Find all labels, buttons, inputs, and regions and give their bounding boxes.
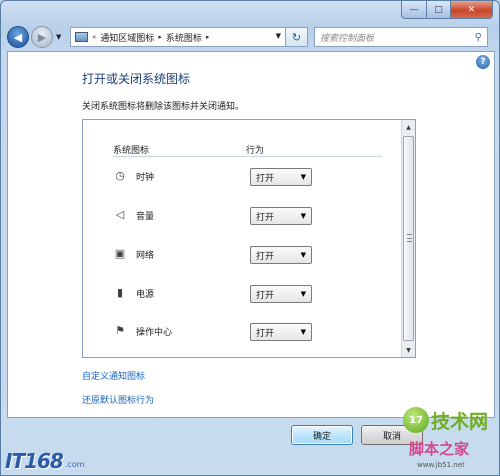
navigation-bar: ◀ ▶ ▼ « 通知区域图标 ▸ 系统图标 ▸ ▼ ↻ 搜索控制面板 ⚲ bbox=[7, 25, 493, 49]
restore-default-behaviors-link[interactable]: 还原默认图标行为 bbox=[82, 393, 154, 406]
it168-logo-text: IT168 bbox=[5, 449, 64, 473]
site-name2-text: 脚本之家 bbox=[409, 440, 470, 458]
chevron-down-icon: ▼ bbox=[300, 212, 306, 220]
arrow-left-icon: ◀ bbox=[13, 30, 23, 44]
behavior-select-action-center[interactable]: 打开 ▼ bbox=[250, 323, 312, 341]
forward-button[interactable]: ▶ bbox=[31, 26, 53, 48]
speaker-icon: ◁ bbox=[115, 207, 125, 221]
window: — □ ✕ ◀ ▶ ▼ « 通知区域图标 ▸ 系统图标 ▸ ▼ ↻ 搜索控制面板… bbox=[0, 0, 500, 476]
refresh-button[interactable]: ↻ bbox=[286, 27, 308, 47]
address-dropdown-icon[interactable]: ▼ bbox=[276, 32, 281, 40]
behavior-value-volume: 打开 bbox=[256, 212, 275, 223]
site-name-text: 技术网 bbox=[431, 411, 489, 433]
flag-icon: ⚑ bbox=[115, 323, 125, 337]
address-prefix: « bbox=[92, 33, 97, 41]
vertical-scrollbar[interactable]: ▲ ▼ bbox=[401, 120, 415, 357]
scroll-down-button[interactable]: ▼ bbox=[402, 343, 415, 357]
site-logo-icon: 17 bbox=[403, 407, 429, 433]
table-row-clock: ◷ 时钟 打开 ▼ bbox=[113, 165, 333, 187]
behavior-select-power[interactable]: 打开 ▼ bbox=[250, 285, 312, 303]
search-icon[interactable]: ⚲ bbox=[475, 32, 482, 43]
scroll-grip-icon bbox=[407, 234, 412, 242]
behavior-value-network: 打开 bbox=[256, 251, 275, 262]
close-button[interactable]: ✕ bbox=[451, 1, 493, 19]
recent-pages-dropdown[interactable]: ▼ bbox=[56, 33, 66, 41]
behavior-select-clock[interactable]: 打开 ▼ bbox=[250, 168, 312, 186]
scroll-up-button[interactable]: ▲ bbox=[402, 120, 415, 134]
column-header-system-icon: 系统图标 bbox=[113, 146, 150, 156]
it168-watermark: IT168 .com bbox=[5, 447, 135, 473]
chevron-down-icon: ▼ bbox=[300, 173, 306, 181]
site-watermark: 17 技术网 脚本之家 www.jb51.net bbox=[403, 405, 499, 475]
it168-domain-text: .com bbox=[64, 460, 85, 469]
breadcrumb-separator-2[interactable]: ▸ bbox=[206, 33, 210, 41]
minimize-button[interactable]: — bbox=[401, 1, 427, 19]
behavior-select-volume[interactable]: 打开 ▼ bbox=[250, 207, 312, 225]
arrow-right-icon: ▶ bbox=[37, 30, 47, 44]
page-title: 打开或关闭系统图标 bbox=[82, 72, 191, 86]
behavior-value-action-center: 打开 bbox=[256, 328, 275, 339]
content-pane: ? 打开或关闭系统图标 关闭系统图标将删除该图标并关闭通知。 系统图标 行为 ◷… bbox=[7, 51, 495, 418]
maximize-button[interactable]: □ bbox=[427, 1, 451, 19]
ok-button[interactable]: 确定 bbox=[291, 425, 353, 445]
row-label-network: 网络 bbox=[136, 251, 155, 261]
search-box[interactable]: 搜索控制面板 ⚲ bbox=[314, 27, 488, 47]
behavior-select-network[interactable]: 打开 ▼ bbox=[250, 246, 312, 264]
back-button[interactable]: ◀ bbox=[7, 26, 29, 48]
row-label-action-center: 操作中心 bbox=[136, 328, 173, 338]
system-icons-list: 系统图标 行为 ◷ 时钟 打开 ▼ ◁ 音量 打开 ▼ ▣ 网络 打开 ▼ ▮ … bbox=[82, 119, 416, 358]
chevron-down-icon: ▼ bbox=[300, 328, 306, 336]
address-bar[interactable]: « 通知区域图标 ▸ 系统图标 ▸ ▼ bbox=[70, 27, 286, 47]
table-row-volume: ◁ 音量 打开 ▼ bbox=[113, 204, 333, 226]
caption-buttons: — □ ✕ bbox=[401, 1, 493, 19]
breadcrumb-notification-icons[interactable]: 通知区域图标 bbox=[100, 31, 154, 44]
row-label-clock: 时钟 bbox=[136, 173, 155, 183]
refresh-icon: ↻ bbox=[291, 30, 302, 44]
page-description: 关闭系统图标将删除该图标并关闭通知。 bbox=[82, 102, 245, 112]
clock-icon: ◷ bbox=[115, 168, 125, 182]
network-icon: ▣ bbox=[114, 246, 126, 260]
table-row-action-center: ⚑ 操作中心 打开 ▼ bbox=[113, 320, 333, 342]
breadcrumb-separator[interactable]: ▸ bbox=[158, 33, 162, 41]
search-input[interactable]: 搜索控制面板 bbox=[320, 31, 374, 44]
site-url-text: www.jb51.net bbox=[417, 461, 465, 469]
behavior-value-power: 打开 bbox=[256, 290, 275, 301]
column-header-behavior: 行为 bbox=[246, 146, 265, 156]
chevron-down-icon: ▼ bbox=[300, 290, 306, 298]
header-divider bbox=[113, 156, 382, 157]
control-panel-icon bbox=[75, 32, 88, 42]
customize-notification-icons-link[interactable]: 自定义通知图标 bbox=[82, 369, 145, 382]
scroll-thumb[interactable] bbox=[403, 136, 414, 341]
help-icon[interactable]: ? bbox=[476, 55, 490, 69]
power-icon: ▮ bbox=[116, 285, 124, 299]
breadcrumb-system-icons[interactable]: 系统图标 bbox=[166, 31, 202, 44]
row-label-power: 电源 bbox=[136, 290, 155, 300]
table-row-network: ▣ 网络 打开 ▼ bbox=[113, 243, 333, 265]
chevron-down-icon: ▼ bbox=[300, 251, 306, 259]
table-row-power: ▮ 电源 打开 ▼ bbox=[113, 282, 333, 304]
row-label-volume: 音量 bbox=[136, 212, 155, 222]
behavior-value-clock: 打开 bbox=[256, 173, 275, 184]
